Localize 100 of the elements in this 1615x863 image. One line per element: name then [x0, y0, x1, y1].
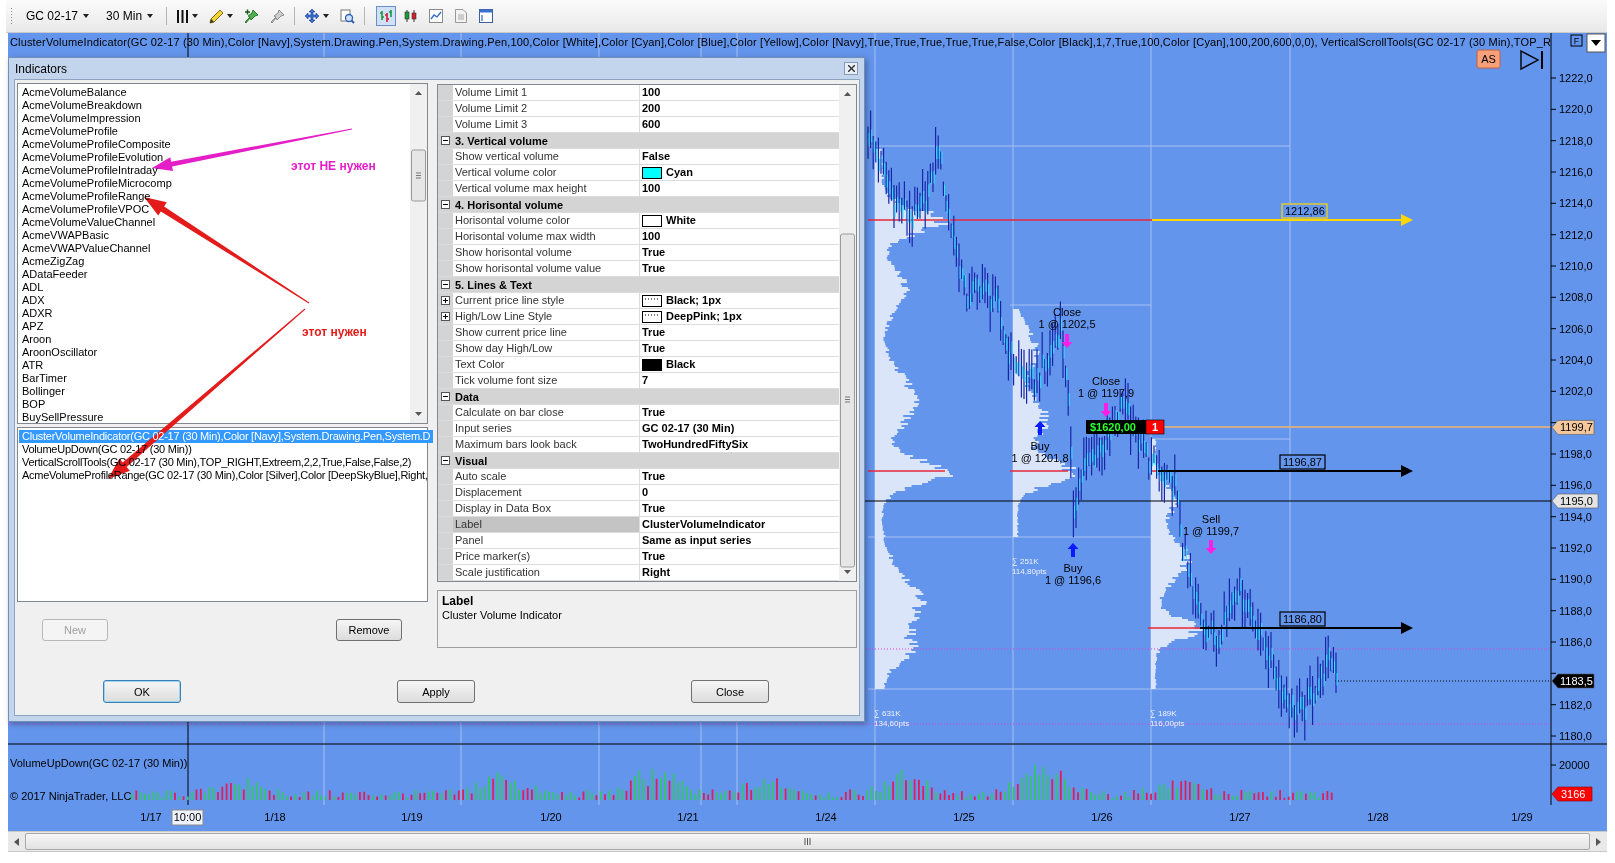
indicator-list-item[interactable]: Bollinger [19, 385, 68, 398]
property-value[interactable]: True [642, 325, 666, 340]
indicator-list-item[interactable]: Aroon [19, 333, 55, 346]
property-value[interactable]: 100 [642, 181, 661, 196]
as-button[interactable]: AS [1476, 49, 1501, 69]
property-value[interactable]: 200 [642, 101, 661, 116]
indicator-list-item[interactable]: AcmeVolumeProfileRange [19, 190, 154, 203]
property-name[interactable]: Display in Data Box [453, 501, 640, 516]
property-value[interactable]: Same as input series [642, 533, 752, 548]
property-value[interactable]: True [642, 245, 666, 260]
property-value[interactable]: True [642, 469, 666, 484]
pushpin-icon[interactable] [270, 8, 286, 24]
property-name[interactable]: Show current price line [453, 325, 640, 340]
property-name[interactable]: High/Low Line Style [453, 309, 640, 324]
property-name[interactable]: Label [453, 517, 640, 532]
property-value[interactable]: True [642, 549, 666, 564]
indicator-list-item[interactable]: AcmeVolumeBalance [19, 86, 130, 99]
property-name[interactable]: Vertical volume max height [453, 181, 640, 196]
vertical-scrollbar[interactable] [410, 84, 427, 423]
property-value[interactable]: Black; 1px [666, 293, 722, 308]
property-name[interactable]: Show horisontal volume [453, 245, 640, 260]
collapse-icon[interactable] [441, 392, 450, 401]
pencil-icon[interactable] [209, 8, 225, 24]
indicator-list-item[interactable]: BuySellPressure [19, 411, 107, 424]
crosshair-arrows-icon[interactable] [304, 8, 321, 24]
indicator-list-item[interactable]: ADXR [19, 307, 56, 320]
left-arrow-icon[interactable] [14, 837, 19, 846]
remove-button[interactable]: Remove [336, 619, 402, 641]
indicator-list-item[interactable]: AcmeZigZag [19, 255, 88, 268]
indicator-list-item[interactable]: AcmeVolumeProfile [19, 125, 121, 138]
property-name[interactable]: Volume Limit 2 [453, 101, 640, 116]
indicator-list-item[interactable]: AcmeVWAPValueChannel [19, 242, 154, 255]
property-name[interactable]: Vertical volume color [453, 165, 640, 180]
property-name[interactable]: Input series [453, 421, 640, 436]
property-name[interactable]: Show horisontal volume value [453, 261, 640, 276]
vertical-scrollbar[interactable] [839, 85, 856, 581]
indicator-list-item[interactable]: AcmeVolumeProfileIntraday [19, 164, 161, 177]
property-name[interactable]: Horisontal volume color [453, 213, 640, 228]
property-value[interactable]: 7 [642, 373, 649, 388]
property-value[interactable]: ClusterVolumeIndicator [642, 517, 766, 532]
property-value[interactable]: GC 02-17 (30 Min) [642, 421, 735, 436]
instrument-dropdown[interactable]: GC 02-17 [22, 7, 94, 25]
view-toggle[interactable] [376, 6, 397, 26]
property-name[interactable]: Horisontal volume max width [453, 229, 640, 244]
pushpin-plus-icon[interactable] [244, 8, 260, 24]
scrollbar-thumb[interactable] [25, 833, 1590, 850]
property-value[interactable]: Black [666, 357, 696, 372]
collapse-icon[interactable] [441, 456, 450, 465]
property-value[interactable]: True [642, 501, 666, 516]
indicator-list-item[interactable]: ADataFeeder [19, 268, 91, 281]
property-name[interactable]: Calculate on bar close [453, 405, 640, 420]
caret-icon[interactable] [192, 14, 199, 18]
property-value[interactable]: White [666, 213, 696, 228]
caret-icon[interactable] [323, 14, 330, 18]
indicator-list-item[interactable]: AcmeVWAPBasic [19, 229, 112, 242]
horizontal-scrollbar[interactable] [8, 831, 1607, 852]
property-name[interactable]: Text Color [453, 357, 640, 372]
property-value[interactable]: True [642, 341, 666, 356]
indicator-list-item[interactable]: BOP [19, 398, 49, 411]
indicator-list-item[interactable]: AcmeVolumeProfileEvolution [19, 151, 167, 164]
indicator-list-item[interactable]: AcmeVolumeProfileMicrocomp [19, 177, 175, 190]
property-value[interactable]: TwoHundredFiftySix [642, 437, 749, 452]
collapse-icon[interactable] [441, 136, 450, 145]
property-name[interactable]: Show day High/Low [453, 341, 640, 356]
ok-button[interactable]: OK [103, 680, 181, 703]
indicator-list-item[interactable]: AcmeVolumeProfileVPOC [19, 203, 153, 216]
property-value[interactable]: 100 [642, 229, 661, 244]
indicator-list-item[interactable]: ADL [19, 281, 47, 294]
indicator-list-item[interactable]: ADX [19, 294, 48, 307]
property-name[interactable]: Panel [453, 533, 640, 548]
property-value[interactable]: True [642, 261, 666, 276]
indicator-list-item[interactable]: APZ [19, 320, 47, 333]
dropdown-icon[interactable] [1586, 33, 1606, 53]
window-close-button[interactable] [844, 62, 858, 75]
grip-icon[interactable] [10, 7, 13, 25]
expand-icon[interactable] [441, 296, 450, 305]
property-name[interactable]: Current price line style [453, 293, 640, 308]
indicator-list-item[interactable]: AcmeVolumeValueChannel [19, 216, 159, 229]
indicator-list-item[interactable]: ATR [19, 359, 47, 372]
right-arrow-icon[interactable] [1596, 837, 1601, 846]
property-name[interactable]: Scale justification [453, 565, 640, 580]
skip-to-end-icon[interactable] [1520, 49, 1543, 71]
indicator-list-item[interactable]: BarTimer [19, 372, 70, 385]
collapse-icon[interactable] [441, 200, 450, 209]
property-name[interactable]: Volume Limit 1 [453, 85, 640, 100]
property-value[interactable]: Right [642, 565, 671, 580]
caret-icon[interactable] [227, 14, 234, 18]
collapse-icon[interactable] [441, 280, 450, 289]
property-name[interactable]: Volume Limit 3 [453, 117, 640, 132]
interval-dropdown[interactable]: 30 Min [102, 7, 158, 25]
property-value[interactable]: 0 [642, 485, 649, 500]
indicator-list-item[interactable]: AcmeVolumeImpression [19, 112, 144, 125]
property-value[interactable]: True [642, 405, 666, 420]
f-button[interactable]: F [1570, 34, 1583, 47]
indicator-list-item[interactable]: AcmeVolumeProfileComposite [19, 138, 174, 151]
property-value[interactable]: 600 [642, 117, 661, 132]
close-button[interactable]: Close [691, 680, 769, 703]
property-value[interactable]: Cyan [666, 165, 693, 180]
magnifier-icon[interactable] [340, 8, 356, 24]
indicator-list-item[interactable]: AcmeVolumeBreakdown [19, 99, 145, 112]
